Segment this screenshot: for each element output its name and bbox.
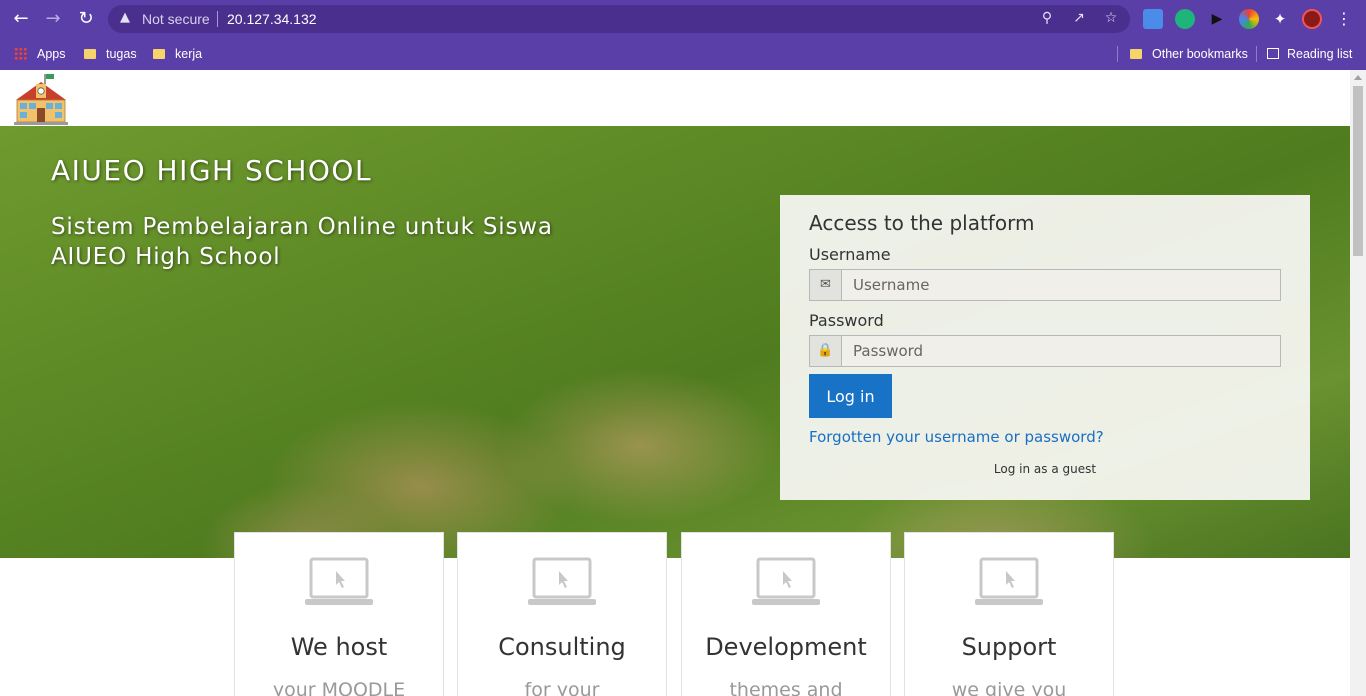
zoom-icon[interactable]: ⚲: [1038, 10, 1056, 26]
card-text: your MOODLE: [272, 679, 406, 696]
bookmark-label: tugas: [106, 47, 137, 61]
back-icon[interactable]: ←: [8, 7, 34, 31]
bookmarks-divider: [1256, 46, 1257, 62]
share-icon[interactable]: ↗: [1070, 10, 1088, 26]
extensions-puzzle-icon[interactable]: ✦: [1270, 9, 1290, 29]
guest-login-row: Log in as a guest: [780, 462, 1310, 476]
login-title: Access to the platform: [809, 211, 1035, 235]
grammarly-extension-icon[interactable]: [1175, 9, 1195, 29]
laptop-icon: [528, 557, 596, 605]
omnibox-divider: [217, 11, 218, 27]
other-bookmarks[interactable]: Other bookmarks: [1130, 44, 1248, 64]
feature-cards: We host your MOODLE Consulting for your …: [0, 532, 1350, 696]
other-bookmarks-label: Other bookmarks: [1152, 47, 1248, 61]
reload-icon[interactable]: ↻: [73, 7, 99, 31]
cursor-extension-icon[interactable]: ▶: [1207, 9, 1227, 29]
hero-banner: AIUEO HIGH SCHOOL Sistem Pembelajaran On…: [0, 126, 1350, 558]
web-page: AIUEO HIGH SCHOOL Sistem Pembelajaran On…: [0, 70, 1350, 696]
card-title: We host: [290, 633, 388, 661]
scroll-up-icon[interactable]: [1354, 75, 1362, 80]
card-title: Development: [705, 633, 867, 661]
bookmark-kerja[interactable]: kerja: [153, 44, 202, 64]
card-title: Support: [961, 633, 1057, 661]
forward-icon[interactable]: →: [40, 7, 66, 31]
apps-grid-icon: [14, 47, 27, 60]
feature-card[interactable]: Consulting for your: [457, 532, 667, 696]
apps-label: Apps: [37, 47, 66, 61]
username-input[interactable]: [843, 270, 1280, 300]
card-text: themes and: [729, 679, 843, 696]
feature-card[interactable]: Development themes and: [681, 532, 891, 696]
apps-bookmark[interactable]: Apps: [14, 44, 66, 64]
login-button[interactable]: Log in: [809, 374, 892, 418]
address-bar[interactable]: ▲ Not secure 20.127.34.132 ⚲ ↗ ☆: [108, 5, 1130, 33]
browser-chrome: ← → ↻ ▲ Not secure 20.127.34.132 ⚲ ↗ ☆ ▶…: [0, 0, 1366, 70]
site-subtitle: Sistem Pembelajaran Online untuk Siswa A…: [51, 212, 611, 272]
url-text[interactable]: 20.127.34.132: [227, 11, 317, 27]
bookmarks-bar: Apps tugas kerja Other bookmarks Reading…: [0, 38, 1366, 70]
card-title: Consulting: [498, 633, 626, 661]
card-text: for your: [524, 679, 600, 696]
feature-card[interactable]: We host your MOODLE: [234, 532, 444, 696]
menu-kebab-icon[interactable]: ⋮: [1334, 9, 1354, 29]
password-label: Password: [809, 311, 884, 330]
password-field: 🔒: [809, 335, 1281, 367]
username-label: Username: [809, 245, 891, 264]
envelope-icon: ✉: [810, 270, 842, 300]
laptop-icon: [752, 557, 820, 605]
site-title: AIUEO HIGH SCHOOL: [51, 154, 373, 187]
page-scrollbar[interactable]: [1350, 70, 1366, 696]
username-field: ✉: [809, 269, 1281, 301]
laptop-icon: [975, 557, 1043, 605]
forgot-password-link[interactable]: Forgotten your username or password?: [809, 428, 1104, 446]
browser-toolbar: ← → ↻ ▲ Not secure 20.127.34.132 ⚲ ↗ ☆ ▶…: [0, 0, 1366, 38]
card-text: we give you: [951, 679, 1067, 696]
security-label[interactable]: Not secure: [142, 11, 210, 27]
bookmark-star-icon[interactable]: ☆: [1102, 10, 1120, 26]
school-logo-icon[interactable]: [12, 72, 70, 126]
subtitle-line: AIUEO High School: [51, 244, 281, 270]
translate-extension-icon[interactable]: [1143, 9, 1163, 29]
bookmarks-divider: [1117, 46, 1118, 62]
feature-card[interactable]: Support we give you: [904, 532, 1114, 696]
folder-icon: [153, 49, 165, 59]
login-panel: Access to the platform Username ✉ Passwo…: [780, 195, 1310, 500]
bookmark-tugas[interactable]: tugas: [84, 44, 137, 64]
color-extension-icon[interactable]: [1239, 9, 1259, 29]
scroll-thumb[interactable]: [1353, 86, 1363, 256]
warning-icon: ▲: [120, 10, 130, 25]
folder-icon: [1130, 49, 1142, 59]
bookmark-label: kerja: [175, 47, 203, 61]
reading-list[interactable]: Reading list: [1267, 44, 1352, 64]
reading-list-icon: [1267, 48, 1279, 59]
password-input[interactable]: [843, 336, 1280, 366]
guest-login-link[interactable]: Log in as a guest: [994, 462, 1096, 476]
lock-icon: 🔒: [810, 336, 842, 366]
reading-list-label: Reading list: [1287, 47, 1353, 61]
folder-icon: [84, 49, 96, 59]
profile-avatar[interactable]: [1302, 9, 1322, 29]
site-header: [0, 70, 1350, 126]
laptop-icon: [305, 557, 373, 605]
subtitle-line: Sistem Pembelajaran Online untuk Siswa: [51, 214, 553, 240]
